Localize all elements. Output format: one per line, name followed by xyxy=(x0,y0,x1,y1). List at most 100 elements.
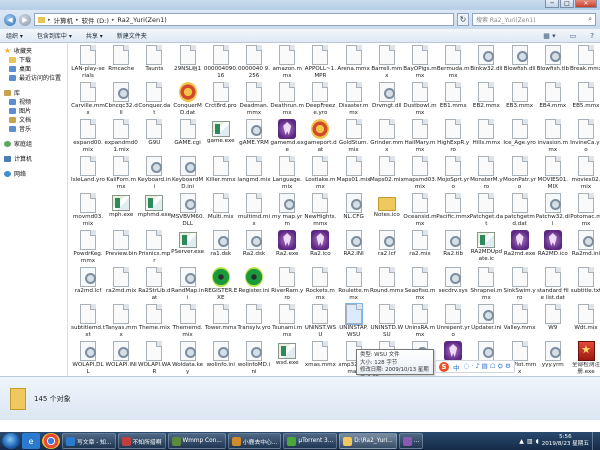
file-item[interactable]: Prisnics.mpr xyxy=(137,230,171,268)
file-item[interactable]: 全部检测注册.exe xyxy=(569,341,600,376)
file-item[interactable]: ra2.lcf xyxy=(370,230,404,268)
help-icon[interactable]: ? xyxy=(590,32,594,40)
file-item[interactable]: GoldStum.mix xyxy=(337,119,371,157)
file-item[interactable]: PowdrKeg.mmx xyxy=(71,230,105,268)
file-item[interactable]: SinkSwim.yro xyxy=(503,267,537,305)
file-item[interactable]: subtitlemd.txt xyxy=(71,304,105,342)
start-button[interactable] xyxy=(2,433,20,449)
file-item[interactable]: Maps01.mix xyxy=(337,156,371,194)
file-item[interactable]: UNINSTAP.WSU xyxy=(337,303,371,342)
include-in-library-button[interactable]: 包含到库中 ▾ xyxy=(37,31,72,40)
file-item[interactable]: RA2.INI xyxy=(337,230,371,268)
ime-tools-icon[interactable]: ◌ · ♪ ▤ ☖ ⛭ ⚙ xyxy=(464,362,511,371)
file-item[interactable]: RA2MDUpdate.ic xyxy=(469,230,503,268)
file-item[interactable]: UninsRA.mmx xyxy=(403,304,437,342)
network-status-icon[interactable]: ▥ xyxy=(527,438,533,445)
breadcrumb-segment[interactable]: 软件 (D:) xyxy=(82,15,109,25)
file-item[interactable]: PServer.exe xyxy=(171,230,205,268)
file-item[interactable]: Cbncqc32.dll xyxy=(104,82,138,120)
file-item[interactable]: WOLAPI.INI xyxy=(104,341,138,376)
file-item[interactable]: xmas.mmx xyxy=(303,341,337,376)
taskbar-item[interactable]: µTorrent 3... xyxy=(283,433,338,449)
file-item[interactable]: Disaster.mmx xyxy=(337,82,371,120)
file-item[interactable]: UNINSTD.WSU xyxy=(370,304,404,342)
file-item[interactable]: MOVIES01.MIX xyxy=(536,156,570,194)
file-item[interactable]: REGISTER.EXE xyxy=(204,267,238,305)
file-item[interactable]: EB3.mmx xyxy=(503,82,537,120)
file-item[interactable]: wolinfoMD.ini xyxy=(237,341,271,376)
file-item[interactable]: langmd.mix xyxy=(237,156,271,194)
file-item[interactable]: Transylv.yro xyxy=(237,304,271,342)
file-item[interactable]: ra2md.lcf xyxy=(71,267,105,305)
file-item[interactable]: Roulette.mmx xyxy=(337,267,371,305)
file-item[interactable]: DeepFreeze.yro xyxy=(303,82,337,120)
preview-pane-icon[interactable]: ▭ xyxy=(570,32,577,40)
file-item[interactable]: gameport.dat xyxy=(303,119,337,157)
file-item[interactable]: Ra2md.ini xyxy=(569,230,600,268)
file-item[interactable]: Valley.mmx xyxy=(503,304,537,342)
file-item[interactable]: Ra2StrLib.dat xyxy=(137,267,171,305)
file-item[interactable]: Oceansid.mmx xyxy=(403,193,437,231)
file-item[interactable]: Woldata.key xyxy=(171,341,205,376)
sidebar-item[interactable]: 下载 xyxy=(0,55,67,64)
new-folder-button[interactable]: 新建文件夹 xyxy=(117,31,147,40)
ime-mode-label[interactable]: 中 xyxy=(453,362,460,372)
file-item[interactable]: amazon.mmx xyxy=(270,45,304,83)
file-item[interactable]: Ra2.exe xyxy=(270,230,304,268)
chrome-icon[interactable] xyxy=(42,433,60,449)
file-item[interactable]: gamemd.exe xyxy=(270,119,304,157)
sidebar-item[interactable]: 桌面 xyxy=(0,64,67,73)
file-item[interactable]: wsd.exe xyxy=(270,341,304,376)
sidebar-item[interactable]: 计算机 xyxy=(0,154,67,163)
sidebar-item[interactable]: 收藏夹 xyxy=(0,46,67,55)
file-item[interactable]: G9U xyxy=(137,119,171,157)
taskbar-item[interactable]: D:\Ra2_Yuri... xyxy=(339,433,397,449)
file-item[interactable]: RA2MD.ico xyxy=(536,230,570,268)
file-item[interactable]: Patchw32.dll xyxy=(536,193,570,231)
sidebar-item[interactable]: 库 xyxy=(0,88,67,97)
file-item[interactable]: Taunts xyxy=(137,45,171,83)
file-item[interactable]: multimd.mix xyxy=(237,193,271,231)
file-item[interactable]: standard file list.dat xyxy=(536,267,570,305)
file-item[interactable]: game.exe xyxy=(204,119,238,157)
taskbar-item[interactable]: 不知所措啊 xyxy=(117,433,166,449)
file-item[interactable]: APPOLL~1.MPR xyxy=(303,45,337,83)
file-item[interactable]: 29NSL组1 xyxy=(171,45,205,83)
file-item[interactable]: Tsunami.mmx xyxy=(270,304,304,342)
sidebar-item[interactable]: 音乐 xyxy=(0,124,67,133)
file-item[interactable]: Potomac.mmx xyxy=(569,193,600,231)
file-item[interactable]: movmd03.mix xyxy=(71,193,105,231)
file-item[interactable]: expandmd01.mix xyxy=(104,119,138,157)
file-item[interactable]: HailMary.mmx xyxy=(403,119,437,157)
file-item[interactable]: ra2.mix xyxy=(403,230,437,268)
maximize-button[interactable]: □ xyxy=(560,0,574,8)
breadcrumb-segment[interactable]: Ra2_Yuri(Zen1) xyxy=(117,16,166,24)
clock[interactable]: 5:56 2019/8/23 星期五 xyxy=(542,434,589,448)
file-item[interactable]: Keyboard.ini xyxy=(137,156,171,194)
forward-arrow-icon[interactable]: ▶ xyxy=(19,13,31,26)
file-item[interactable]: NewHights.mmx xyxy=(303,193,337,231)
file-item[interactable]: ra2md.mix xyxy=(104,267,138,305)
file-item[interactable]: wolinfo.ini xyxy=(204,341,238,376)
file-item[interactable]: Conquer.dat xyxy=(137,82,171,120)
file-item[interactable]: KaliForn.mmx xyxy=(104,156,138,194)
sidebar-item[interactable]: 文档 xyxy=(0,115,67,124)
file-item[interactable]: MonsterM.yro xyxy=(469,156,503,194)
file-item[interactable]: Deathrun.mmx xyxy=(270,82,304,120)
file-item[interactable]: InvineCa.yro xyxy=(569,119,600,157)
file-item[interactable]: EB5.mmx xyxy=(569,82,600,120)
file-item[interactable]: Round.mmx xyxy=(370,267,404,305)
file-item[interactable]: subtitle.txt xyxy=(569,267,600,305)
file-item[interactable]: Arena.mmx xyxy=(337,45,371,83)
taskbar-item[interactable]: 写文章 - 知... xyxy=(62,433,116,449)
file-item[interactable]: Notes.ico xyxy=(370,193,404,231)
file-item[interactable]: GAME.cgi xyxy=(171,119,205,157)
volume-icon[interactable]: ◖ xyxy=(536,438,539,445)
sidebar-item[interactable]: 网络 xyxy=(0,169,67,178)
file-item[interactable]: Shrapnel.mmx xyxy=(469,267,503,305)
file-item[interactable]: Binkw32.dll xyxy=(469,45,503,83)
file-item[interactable]: Maps02.mix xyxy=(370,156,404,194)
file-item[interactable]: Killer.mmx xyxy=(204,156,238,194)
file-item[interactable]: Theme.mix xyxy=(137,304,171,342)
taskbar-item[interactable]: Wmmp Con... xyxy=(167,433,226,449)
